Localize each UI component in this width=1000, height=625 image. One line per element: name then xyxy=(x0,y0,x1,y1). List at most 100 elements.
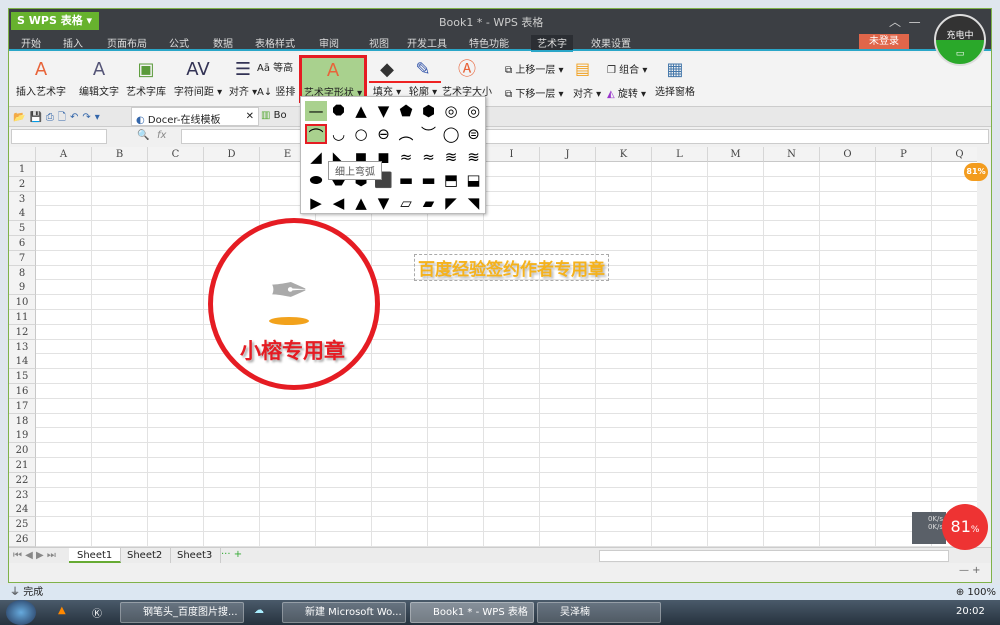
row-header[interactable]: 3 xyxy=(9,191,36,207)
wordart-shape-option[interactable]: ◤ xyxy=(440,193,462,213)
zoom-level[interactable]: ⊕ 100% xyxy=(956,585,996,600)
menu-tab[interactable]: 插入 xyxy=(63,35,83,50)
select-all[interactable] xyxy=(9,147,36,162)
column-header[interactable]: L xyxy=(652,147,708,162)
row-header[interactable]: 5 xyxy=(9,221,36,237)
wordart-shape-option[interactable]: ⬒ xyxy=(440,170,462,190)
wordart-shape-option[interactable]: ⊖ xyxy=(373,124,395,144)
row-header[interactable]: 21 xyxy=(9,458,36,473)
row-header[interactable]: 26 xyxy=(9,532,36,547)
row-header[interactable]: 1 xyxy=(9,162,36,177)
row-header[interactable]: 25 xyxy=(9,517,36,533)
task-item-chat[interactable]: 吴泽楠 xyxy=(537,602,661,623)
memory-ball[interactable]: 81% xyxy=(942,504,988,550)
task-item-browser[interactable]: 钢笔头_百度图片搜... xyxy=(120,602,244,623)
wordart-shape-option[interactable]: ▶ xyxy=(305,193,327,213)
add-sheet-icon[interactable]: ··· + xyxy=(221,549,242,560)
wordart-shape-option[interactable]: ▼ xyxy=(373,101,395,121)
menu-tab[interactable]: 视图 xyxy=(369,35,389,50)
menu-tab[interactable]: 开始 xyxy=(21,35,41,50)
doc-tab-docer[interactable]: ◐ Docer-在线模板 ✕ xyxy=(131,107,259,126)
task-item-word[interactable]: 新建 Microsoft Wo... xyxy=(282,602,406,623)
equal-height-button[interactable]: Aā 等高 xyxy=(257,59,293,74)
wordart-shape-option[interactable]: ⬓ xyxy=(463,170,485,190)
fx-label[interactable]: fx xyxy=(157,130,166,141)
column-header[interactable]: A xyxy=(36,147,92,162)
row-header[interactable]: 19 xyxy=(9,428,36,444)
row-header[interactable]: 6 xyxy=(9,236,36,251)
sheet-nav-icons[interactable]: ⏮ ◀ ▶ ⏭ xyxy=(13,550,56,561)
column-header[interactable]: Q xyxy=(932,147,977,162)
row-header[interactable]: 8 xyxy=(9,265,36,281)
wordart-shape-option[interactable]: — xyxy=(305,101,327,121)
column-header[interactable]: O xyxy=(820,147,876,162)
rotate-button[interactable]: ◭ 旋转 ▾ xyxy=(607,85,646,100)
spreadsheet-grid[interactable]: ABCDEFGHIJKLMNOPQ12345678910111213141516… xyxy=(9,147,977,547)
row-header[interactable]: 24 xyxy=(9,502,36,518)
wordart-shape-option[interactable]: ⯃ xyxy=(328,101,350,121)
column-header[interactable]: I xyxy=(484,147,540,162)
wordart-size-button[interactable]: Ⓐ 艺术字大小 xyxy=(441,57,493,98)
task-item-wps[interactable]: Book1 * - WPS 表格 xyxy=(410,602,534,623)
wordart-shape-option[interactable]: ▬ xyxy=(418,170,440,190)
wordart-shape-option[interactable]: ︶ xyxy=(418,124,440,144)
horizontal-scrollbar[interactable] xyxy=(599,550,949,562)
wordart-shape-option[interactable]: ◯ xyxy=(440,124,462,144)
row-header[interactable]: 13 xyxy=(9,339,36,355)
wordart-shape-option[interactable]: ⬢ xyxy=(418,101,440,121)
selection-pane-button[interactable]: ▦ 选择窗格 xyxy=(653,57,697,98)
row-header[interactable]: 14 xyxy=(9,354,36,370)
column-header[interactable]: K xyxy=(596,147,652,162)
column-header[interactable]: B xyxy=(92,147,148,162)
close-tab-icon[interactable]: ✕ xyxy=(246,111,254,122)
menu-tab[interactable]: 艺术字 xyxy=(531,35,573,52)
quick-icons[interactable]: 📂💾⎙🗋↶↷▾ xyxy=(13,110,104,127)
row-header[interactable]: 16 xyxy=(9,384,36,399)
column-header[interactable]: N xyxy=(764,147,820,162)
wordart-text-selected[interactable]: 百度经验签约作者专用章 xyxy=(414,254,609,281)
sheet-tab-3[interactable]: Sheet3 xyxy=(169,548,222,563)
row-header[interactable]: 9 xyxy=(9,280,36,296)
menu-tab[interactable]: 公式 xyxy=(169,35,189,50)
tray-qq-icon[interactable]: ☁ xyxy=(254,605,264,616)
menu-tab[interactable]: 开发工具 xyxy=(407,35,447,50)
column-header[interactable]: P xyxy=(876,147,932,162)
tray-app-icon[interactable]: ▲ xyxy=(58,605,66,616)
zoom-slider[interactable]: — + xyxy=(959,565,981,576)
collapse-icon[interactable]: ︿ xyxy=(889,15,901,29)
column-header[interactable]: C xyxy=(148,147,204,162)
battery-widget[interactable]: 充电中 ▭ xyxy=(934,14,986,66)
row-header[interactable]: 17 xyxy=(9,398,36,414)
wordart-shape-option[interactable]: ▲ xyxy=(350,193,372,213)
wordart-shape-option[interactable]: ⌒ xyxy=(305,124,327,145)
outline-button[interactable]: ✎ 轮廓 ▾ xyxy=(405,57,441,98)
sheet-tab-2[interactable]: Sheet2 xyxy=(119,548,172,563)
vertical-text-button[interactable]: A↓ 竖排 xyxy=(257,83,295,98)
row-header[interactable]: 12 xyxy=(9,324,36,340)
menu-tab[interactable]: 表格样式 xyxy=(255,35,295,50)
wordart-shape-option[interactable]: ◡ xyxy=(328,124,350,144)
column-header[interactable]: D xyxy=(204,147,260,162)
bring-forward-button[interactable]: ⧉ 上移一层 ▾ xyxy=(505,61,564,76)
align-button[interactable]: ☰ 对齐 ▾ xyxy=(227,57,259,98)
app-menu-button[interactable]: S WPS 表格 ▾ xyxy=(11,12,99,30)
name-box[interactable] xyxy=(11,129,107,144)
wordart-shape-option[interactable]: ≈ xyxy=(418,147,440,167)
memory-badge[interactable]: 81% xyxy=(964,163,988,181)
menu-tab[interactable]: 审阅 xyxy=(319,35,339,50)
wordart-shape-option[interactable]: ≈ xyxy=(395,147,417,167)
row-header[interactable]: 11 xyxy=(9,310,36,325)
row-header[interactable]: 22 xyxy=(9,472,36,488)
fill-button[interactable]: ◆ 填充 ▾ xyxy=(369,57,405,98)
wordart-shape-option[interactable]: ◢ xyxy=(305,147,327,167)
tray-k-icon[interactable]: Ⓚ xyxy=(92,605,102,620)
wordart-shape-option[interactable]: ⬬ xyxy=(305,170,327,190)
wordart-library-button[interactable]: ▣ 艺术字库 xyxy=(123,57,169,98)
minimize-icon[interactable]: — xyxy=(909,15,921,29)
menu-tab[interactable]: 页面布局 xyxy=(107,35,147,50)
wordart-shape-option[interactable]: ⬟ xyxy=(395,101,417,121)
row-header[interactable]: 15 xyxy=(9,369,36,385)
row-header[interactable]: 18 xyxy=(9,413,36,429)
column-header[interactable]: J xyxy=(540,147,596,162)
wordart-shape-option[interactable]: ○ xyxy=(350,124,372,144)
